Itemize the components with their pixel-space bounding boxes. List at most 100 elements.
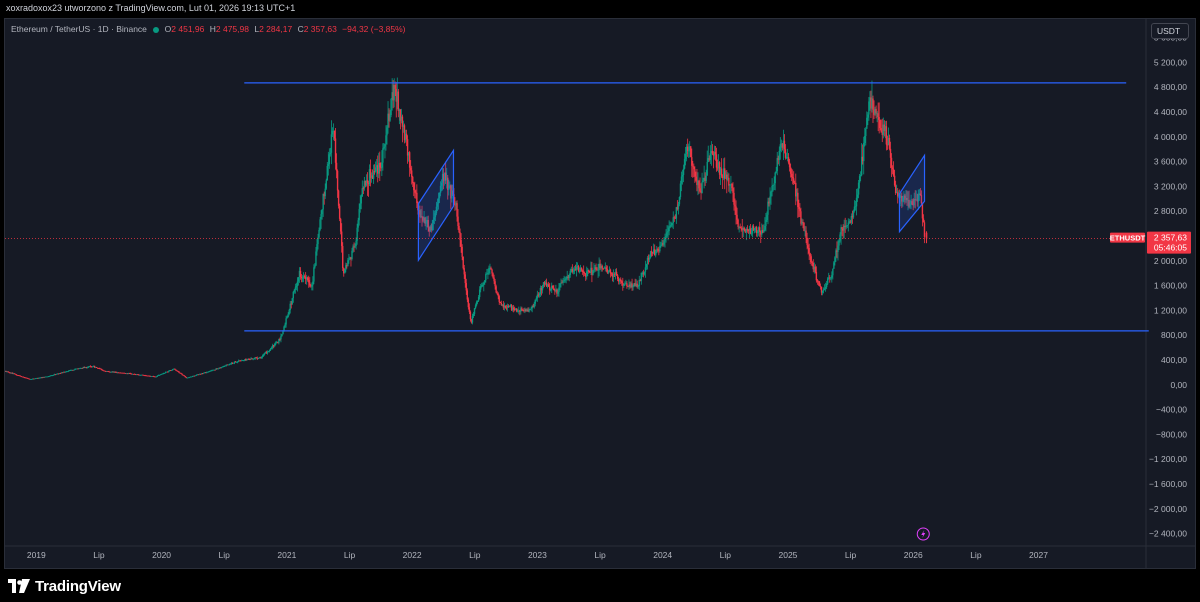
- candle-body: [491, 269, 493, 274]
- candle-body: [334, 138, 337, 163]
- price-axis-label: 2 800,00: [1154, 206, 1187, 216]
- candle-body: [767, 201, 769, 215]
- candle-body: [473, 308, 476, 314]
- candle-body: [477, 297, 480, 301]
- candle-body: [562, 281, 564, 283]
- market-status-dot: [153, 26, 160, 33]
- price-axis-label: −400,00: [1156, 405, 1187, 415]
- candle-body: [605, 267, 608, 270]
- candle-body: [582, 272, 585, 273]
- candle-body: [621, 281, 623, 284]
- candle-body: [811, 262, 813, 263]
- time-axis-label: Lip: [845, 550, 857, 560]
- candle-body: [530, 308, 532, 310]
- candle-body: [669, 226, 671, 228]
- candle-body: [67, 371, 69, 373]
- candle-body: [797, 192, 799, 208]
- candle-body: [268, 349, 271, 352]
- candle-body: [888, 138, 891, 149]
- price-chart[interactable]: 5 600,005 200,004 800,004 400,004 000,00…: [5, 19, 1195, 568]
- candle-body: [807, 245, 809, 248]
- candle-body: [623, 285, 625, 286]
- candle-body: [620, 279, 622, 282]
- time-axis-label: Lip: [469, 550, 481, 560]
- candle-body: [818, 281, 821, 287]
- candle-body: [488, 267, 490, 274]
- candle-body: [504, 305, 507, 308]
- candle-body: [798, 207, 800, 209]
- candle-body: [733, 192, 735, 205]
- candle-body: [270, 347, 273, 349]
- candle-body: [316, 244, 318, 252]
- price-axis-label: 4 000,00: [1154, 132, 1187, 142]
- candle-body: [328, 154, 331, 165]
- candle-body: [296, 281, 299, 286]
- candle-body: [496, 292, 498, 294]
- candle-body: [805, 230, 807, 238]
- candle-body: [249, 359, 251, 361]
- candle-body: [693, 166, 695, 170]
- candle-body: [366, 180, 369, 183]
- candle-body: [324, 188, 326, 197]
- time-axis-label: Lip: [93, 550, 105, 560]
- candle-body: [412, 176, 414, 184]
- high-value: 2 475,98: [215, 24, 249, 34]
- candle-body: [893, 175, 896, 186]
- candle-body: [572, 271, 575, 272]
- candle-body: [563, 280, 565, 282]
- candle-body: [833, 262, 835, 269]
- tradingview-logo-icon: [8, 579, 30, 593]
- footer: TradingView: [0, 569, 1200, 602]
- candle-body: [484, 280, 486, 283]
- candle-body: [384, 144, 386, 147]
- candle-body: [665, 235, 667, 239]
- candle-body: [347, 260, 349, 266]
- candle-body: [458, 226, 460, 233]
- candle-body: [565, 278, 567, 280]
- candle-body: [825, 283, 828, 288]
- candle-body: [255, 357, 257, 359]
- candle-body: [701, 182, 703, 194]
- candle-body: [791, 177, 794, 179]
- candle-body: [743, 228, 745, 230]
- candle-body: [495, 286, 497, 293]
- candle-body: [753, 228, 756, 231]
- app-window: xoxradoxox23 utworzono z TradingView.com…: [0, 0, 1200, 602]
- candle-body: [732, 188, 734, 193]
- candle-body: [359, 203, 361, 210]
- candle-body: [327, 164, 330, 166]
- candle-body: [847, 222, 849, 226]
- candle-body: [890, 157, 893, 168]
- candle-body: [692, 165, 694, 167]
- candle-body: [217, 368, 219, 370]
- candle-body: [720, 168, 723, 177]
- candle-body: [691, 157, 693, 166]
- candle-body: [626, 283, 628, 287]
- candle-body: [784, 149, 787, 158]
- time-axis-label: 2019: [27, 550, 46, 560]
- price-axis-label: 1 600,00: [1154, 281, 1187, 291]
- candle-body: [362, 188, 365, 190]
- candle-body: [837, 245, 839, 252]
- candle-body: [824, 287, 827, 289]
- tradingview-logo[interactable]: TradingView: [8, 577, 121, 595]
- candle-body: [875, 108, 877, 114]
- candle-body: [292, 291, 295, 299]
- lightning-event-icon[interactable]: [916, 527, 930, 541]
- chart-panel[interactable]: 5 600,005 200,004 800,004 400,004 000,00…: [4, 18, 1196, 569]
- candle-body: [749, 228, 752, 234]
- symbol-title[interactable]: Ethereum / TetherUS · 1D · Binance: [11, 24, 147, 34]
- candle-body: [351, 250, 353, 260]
- candle-body: [166, 371, 169, 373]
- candle-body: [668, 227, 670, 232]
- candle-body: [667, 231, 669, 233]
- lightning-icon-bolt: [921, 530, 926, 538]
- candle-body: [678, 196, 681, 205]
- candle-body: [214, 369, 216, 371]
- currency-button[interactable]: USDT: [1151, 23, 1189, 39]
- candle-body: [699, 188, 701, 191]
- candle-body: [775, 171, 777, 173]
- symbol-legend: Ethereum / TetherUS · 1D · Binance O2 45…: [11, 24, 409, 34]
- price-axis-label: 3 200,00: [1154, 181, 1187, 191]
- candle-body: [357, 220, 359, 228]
